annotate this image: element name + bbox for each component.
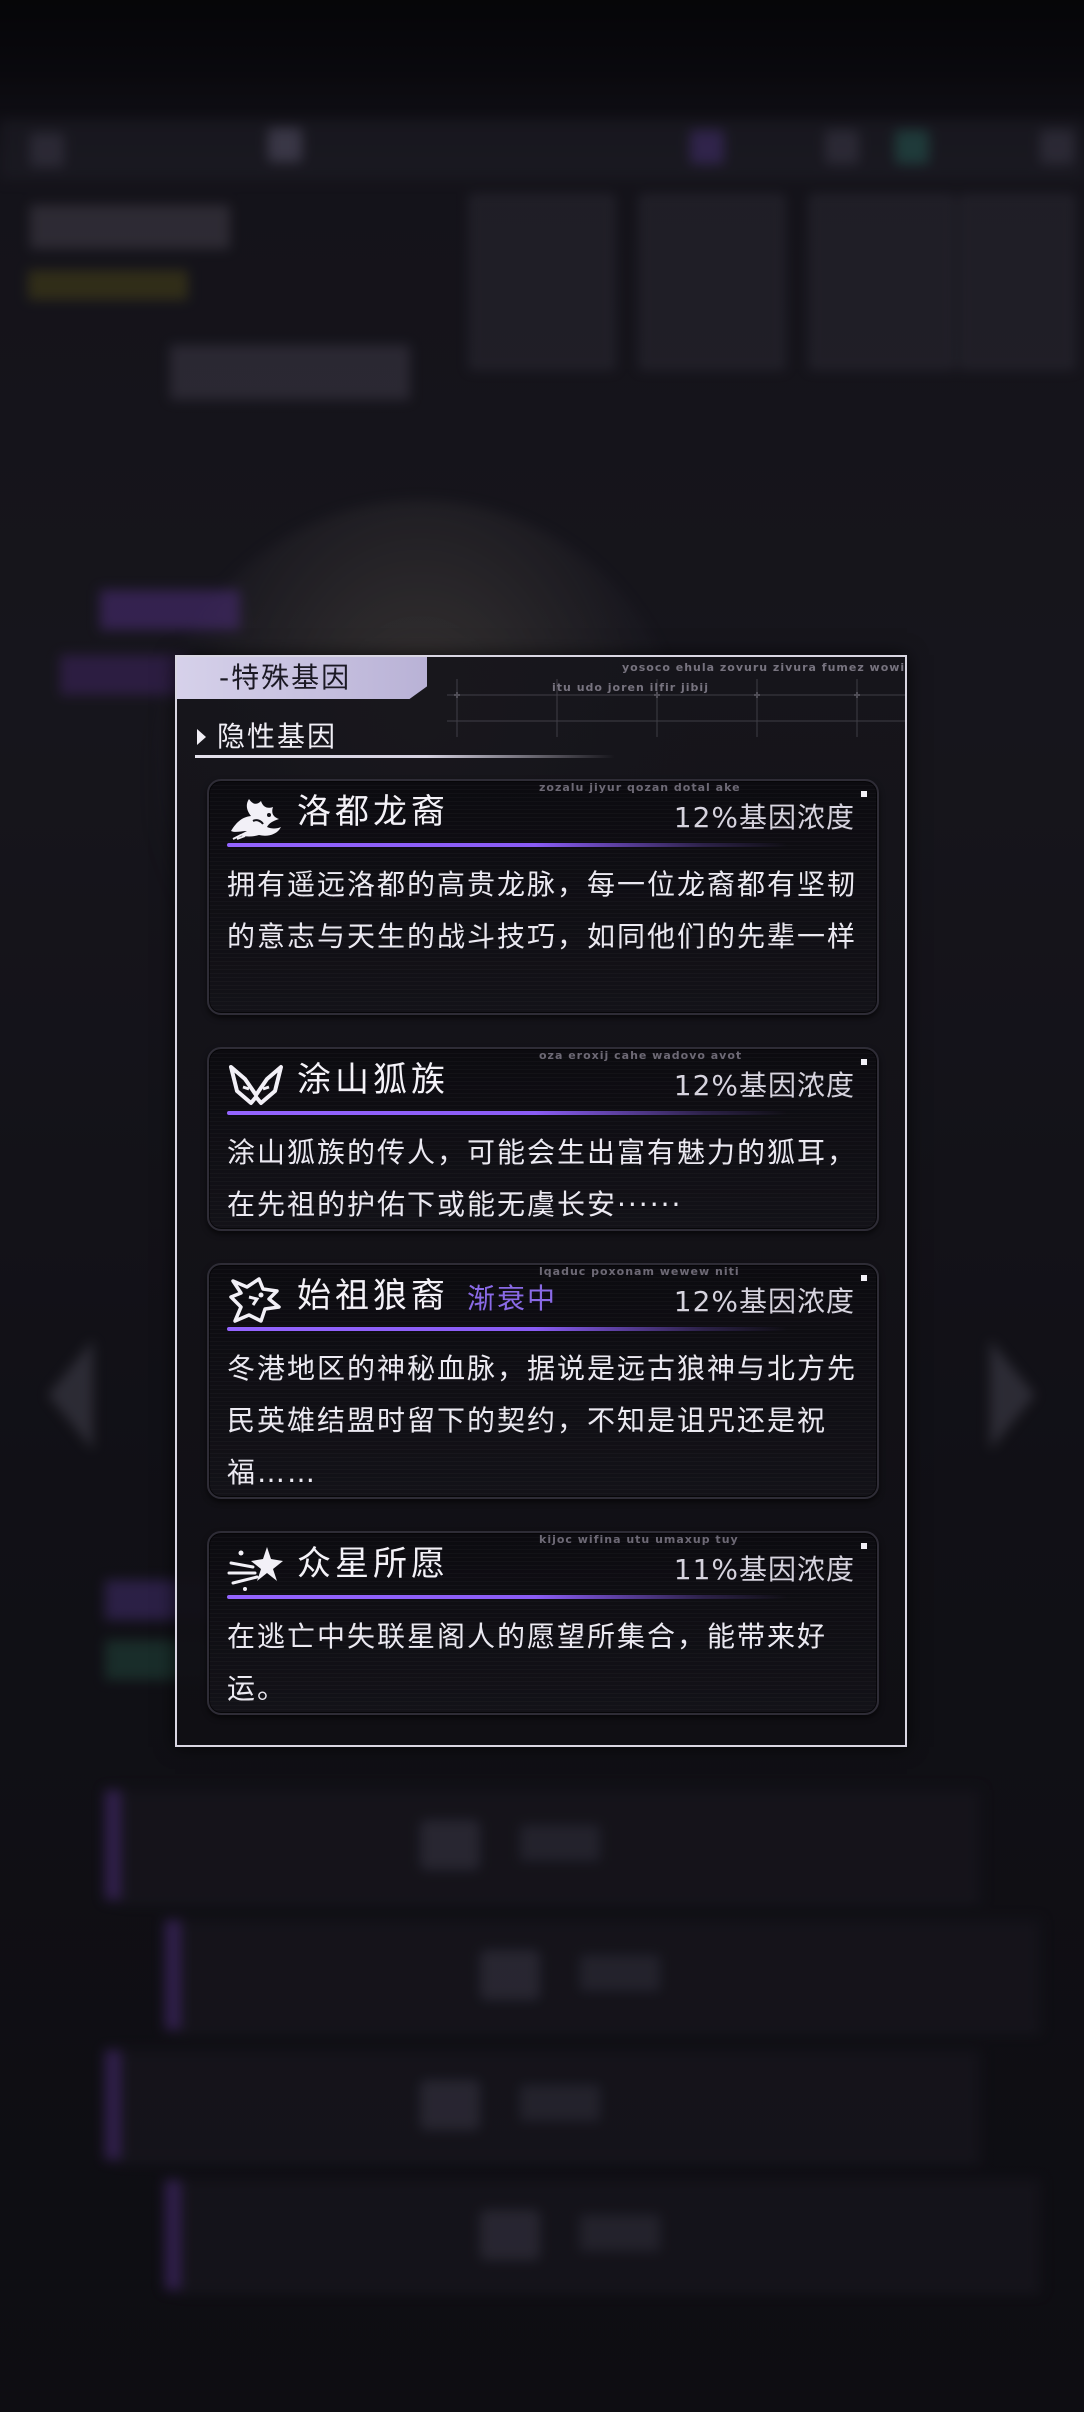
shooting-star-icon [227, 1547, 283, 1591]
gene-card[interactable]: zozalu jiyur qozan dotal ake 洛都龙裔 12%基因浓… [207, 779, 879, 1015]
deco-text: yosoco ehula zovuru zivura fumez wowi [622, 661, 906, 674]
section-title: 隐性基因 [217, 720, 338, 753]
gene-name: 始祖狼裔 [297, 1276, 449, 1316]
corner-marker [861, 1275, 867, 1281]
gene-card[interactable]: oza eroxij cahe wadovo avot 涂山狐族 12%基因浓度… [207, 1047, 879, 1231]
special-gene-panel: -特殊基因 yosoco ehula zovuru zivura fumez w… [175, 655, 907, 1747]
fox-icon [229, 1065, 283, 1105]
section-header: 隐性基因 [197, 717, 617, 757]
card-divider [227, 1111, 787, 1115]
gene-description: 涂山狐族的传人，可能会生出富有魅力的狐耳，在先祖的护佑下或能无虞长安······ [227, 1136, 858, 1221]
gene-concentration: 11%基因浓度 [673, 1553, 855, 1586]
gene-description: 在逃亡中失联星阁人的愿望所集合，能带来好运。 [227, 1620, 828, 1705]
corner-marker [861, 1543, 867, 1549]
gene-card[interactable]: kijoc wifina utu umaxup tuy 众星所愿 11%基因浓度… [207, 1531, 879, 1715]
gene-concentration: 12%基因浓度 [673, 801, 855, 834]
card-divider [227, 843, 787, 847]
section-divider [195, 755, 615, 758]
gene-concentration: 12%基因浓度 [673, 1069, 855, 1102]
card-deco-text: oza eroxij cahe wadovo avot [539, 1049, 743, 1062]
panel-title: -特殊基因 [219, 661, 352, 694]
gene-name: 涂山狐族 [297, 1060, 449, 1100]
gene-name: 洛都龙裔 [297, 792, 449, 832]
gene-status-badge: 渐衰中 [467, 1282, 558, 1315]
card-deco-text: kijoc wifina utu umaxup tuy [539, 1533, 739, 1546]
deco-text: itu udo joren ilfir jibij [552, 681, 709, 694]
card-divider [227, 1327, 787, 1331]
corner-marker [861, 1059, 867, 1065]
corner-marker [861, 791, 867, 797]
card-deco-text: zozalu jiyur qozan dotal ake [539, 781, 741, 794]
card-deco-text: lqaduc poxonam wewew niti [539, 1265, 740, 1278]
dragon-icon [231, 799, 281, 840]
gene-description: 拥有遥远洛都的高贵龙脉，每一位龙裔都有坚韧的意志与天生的战斗技巧，如同他们的先辈… [227, 868, 858, 953]
gene-card[interactable]: lqaduc poxonam wewew niti 始祖狼裔 渐衰中 12%基因… [207, 1263, 879, 1499]
panel-tab: -特殊基因 [177, 657, 427, 699]
card-divider [227, 1595, 787, 1599]
gene-name: 众星所愿 [297, 1544, 449, 1584]
gene-description: 冬港地区的神秘血脉，据说是远古狼神与北方先民英雄结盟时留下的契约，不知是诅咒还是… [227, 1352, 858, 1489]
wolf-icon [229, 1277, 281, 1323]
caret-right-icon [197, 729, 206, 745]
gene-concentration: 12%基因浓度 [673, 1285, 855, 1318]
